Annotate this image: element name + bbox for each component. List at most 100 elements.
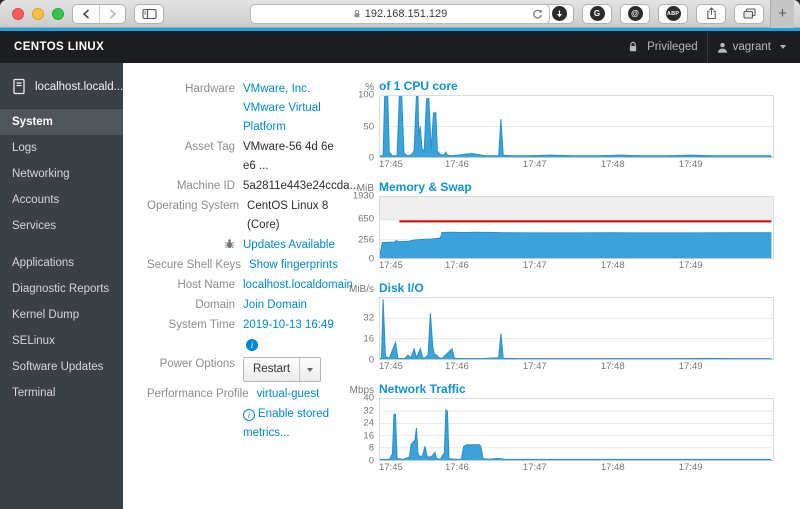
chart-network-traffic: Mbps Network Traffic 40 32 24 16 8 0 17:45 17:… (345, 382, 774, 474)
brand-title: CENTOS LINUX (14, 41, 105, 53)
info-value: Join Domain (243, 296, 345, 315)
x-tick-label: 17:45 (379, 159, 403, 170)
domain-link[interactable]: Join Domain (243, 299, 307, 311)
share-icon (706, 7, 716, 20)
y-tick-label: 0 (368, 354, 374, 366)
extension-g-button[interactable]: G (582, 3, 612, 24)
y-tick-label: 100 (358, 89, 374, 101)
sidebar-nav: System Logs Networking Accounts Services Appl… (0, 109, 123, 406)
y-tick-label: 32 (363, 405, 374, 417)
user-icon (717, 42, 727, 53)
chart-plot[interactable] (379, 398, 774, 461)
share-button[interactable] (696, 3, 726, 24)
chart-plot[interactable] (379, 297, 774, 360)
adblock-button[interactable]: ABP (658, 3, 688, 24)
browser-window: 192.168.151.129 G @ ABP + CENTOS LINUX P… (0, 0, 800, 509)
sidebar-item-label: Accounts (12, 194, 60, 206)
info-label: Hardware (185, 83, 235, 95)
updates-available-link[interactable]: Updates Available (243, 239, 335, 251)
chart-plot[interactable] (379, 196, 774, 259)
sidebar-item-logs[interactable]: Logs (0, 135, 123, 161)
sidebar-item-diagnostic-reports[interactable]: Diagnostic Reports (0, 276, 123, 302)
enable-stored-metrics-link[interactable]: Enable stored metrics... (243, 408, 329, 439)
sidebar-item-terminal[interactable]: Terminal (0, 380, 123, 406)
host-selector[interactable]: localhost.locald... (0, 63, 123, 109)
info-value: 2019-10-13 16:49 i (243, 316, 345, 354)
minimize-window-button[interactable] (32, 7, 44, 20)
extension-g-icon: G (589, 6, 605, 21)
forward-button[interactable] (99, 4, 125, 23)
info-row-updates-available: Updates Available (147, 236, 345, 255)
y-tick-label: 0 (368, 152, 374, 164)
info-row-machine-id: Machine ID 5a2811e443e24ccda... (147, 177, 359, 196)
info-value: VMware, Inc. VMware Virtual Platform (243, 80, 345, 137)
info-label: Secure Shell Keys (147, 259, 241, 271)
zoom-window-button[interactable] (52, 7, 64, 20)
info-row-system-time: System Time 2019-10-13 16:49 i (147, 316, 345, 354)
x-tick-label: 17:49 (678, 159, 703, 170)
x-tick-label: 17:49 (678, 361, 703, 372)
url-text: 192.168.151.129 (364, 7, 448, 20)
info-label: Operating System (147, 200, 240, 212)
chart-title-link[interactable]: Network Traffic (379, 382, 466, 396)
power-options-button[interactable]: Restart (243, 357, 322, 382)
chart-title-link[interactable]: Disk I/O (379, 281, 424, 295)
hardware-link[interactable]: VMware, Inc. VMware Virtual Platform (243, 83, 321, 133)
y-tick-label: 0 (368, 253, 374, 265)
extension-at-button[interactable]: @ (620, 3, 650, 24)
sidebar-icon (141, 8, 157, 19)
y-tick-label: 1930 (352, 190, 374, 202)
info-outline-icon: i (243, 409, 255, 421)
sidebar-toggle-button[interactable] (134, 3, 164, 24)
host-name-link[interactable]: localhost.localdomain (243, 279, 353, 291)
user-menu[interactable]: vagrant (717, 41, 786, 53)
close-window-button[interactable] (12, 7, 24, 20)
x-tick-label: 17:48 (600, 260, 625, 271)
back-button[interactable] (73, 5, 99, 23)
chevron-down-icon (780, 45, 786, 49)
info-label (147, 405, 243, 443)
tab-overview-button[interactable] (734, 3, 764, 24)
browser-toolbar: 192.168.151.129 G @ ABP + (0, 0, 800, 28)
navbar-divider (706, 31, 708, 63)
extension-at-icon: @ (627, 6, 643, 21)
power-options-dropdown-toggle[interactable] (299, 358, 320, 381)
x-tick-label: 17:47 (522, 361, 547, 372)
info-label (147, 236, 243, 255)
info-value: Restart (243, 355, 345, 384)
chevron-down-icon (307, 367, 314, 372)
x-tick-label: 17:48 (600, 361, 625, 372)
performance-profile-link[interactable]: virtual-guest (257, 388, 320, 400)
sidebar: localhost.locald... System Logs Networking… (0, 63, 123, 509)
sidebar-item-software-updates[interactable]: Software Updates (0, 354, 123, 380)
address-bar[interactable]: 192.168.151.129 (250, 3, 550, 24)
chart-title-link[interactable]: Memory & Swap (379, 180, 472, 194)
sidebar-item-label: Kernel Dump (12, 309, 80, 321)
power-options-button-label: Restart (253, 363, 291, 375)
y-tick-label: 40 (363, 392, 374, 404)
sidebar-item-kernel-dump[interactable]: Kernel Dump (0, 302, 123, 328)
info-icon[interactable]: i (246, 339, 258, 351)
user-label: vagrant (732, 41, 771, 53)
sidebar-item-networking[interactable]: Networking (0, 161, 123, 187)
secure-shell-keys-link[interactable]: Show fingerprints (249, 259, 338, 271)
new-tab-button[interactable]: + (770, 0, 794, 28)
chart-title-link[interactable]: of 1 CPU core (379, 79, 458, 93)
chevron-right-icon (109, 8, 116, 19)
chart-plot[interactable] (379, 95, 774, 158)
server-icon (13, 78, 25, 95)
sidebar-item-applications[interactable]: Applications (0, 250, 123, 276)
sidebar-item-label: System (12, 116, 53, 128)
x-tick-label: 17:49 (678, 462, 703, 473)
sidebar-item-services[interactable]: Services (0, 213, 123, 239)
x-tick-label: 17:46 (445, 159, 469, 170)
chart-disk-i-o: MiB/s Disk I/O 32 16 0 17:45 17:46 17:47 17:4… (345, 281, 774, 373)
sidebar-item-selinux[interactable]: SELinux (0, 328, 123, 354)
chart-memory-swap: MiB Memory & Swap 1930 650 256 0 17:45 17:46… (345, 180, 774, 272)
sidebar-item-system[interactable]: System (0, 109, 123, 135)
reload-button[interactable] (532, 8, 543, 23)
sidebar-item-accounts[interactable]: Accounts (0, 187, 123, 213)
system-time-link[interactable]: 2019-10-13 16:49 (243, 319, 334, 331)
padlock-icon (354, 9, 360, 17)
sidebar-item-label: Networking (12, 168, 70, 180)
